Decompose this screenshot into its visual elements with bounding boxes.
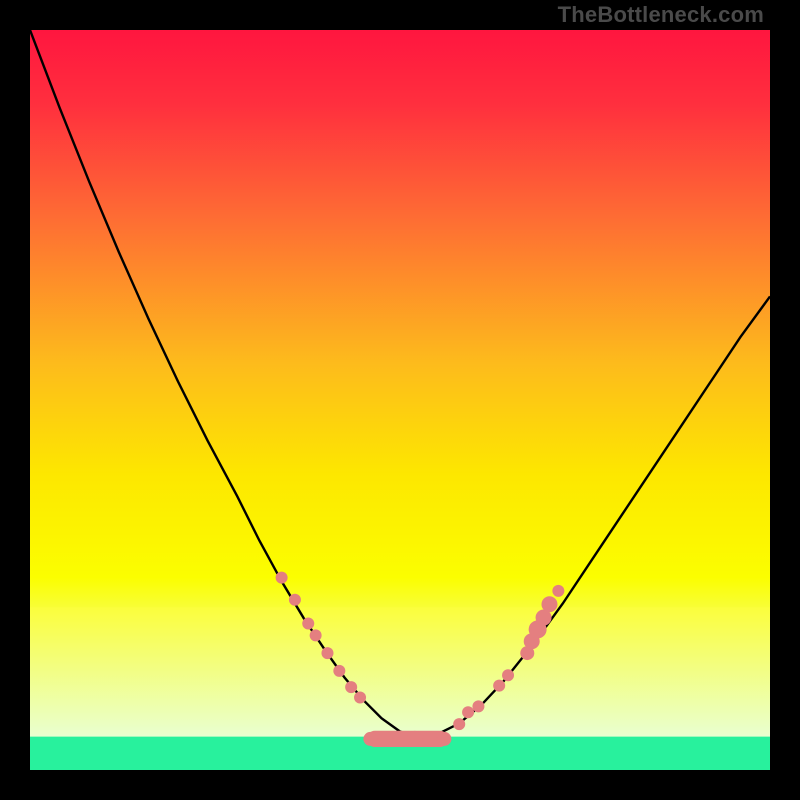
- sample-point: [354, 691, 366, 703]
- sample-point: [276, 572, 288, 584]
- sample-point: [321, 647, 333, 659]
- sample-point: [363, 732, 377, 746]
- bottleneck-chart: [30, 30, 770, 770]
- sample-point: [333, 665, 345, 677]
- sample-point: [378, 732, 392, 746]
- sample-point: [302, 617, 314, 629]
- chart-frame: [30, 30, 770, 770]
- sample-point: [407, 731, 423, 747]
- sample-point: [392, 731, 408, 747]
- sample-point: [345, 681, 357, 693]
- sample-point: [453, 718, 465, 730]
- pale-band: [30, 607, 770, 737]
- sample-point: [310, 629, 322, 641]
- sample-point: [472, 700, 484, 712]
- sample-point: [541, 596, 557, 612]
- sample-point: [552, 585, 564, 597]
- sample-point: [437, 732, 451, 746]
- sample-point: [289, 594, 301, 606]
- sample-point: [423, 732, 437, 746]
- sample-point: [493, 680, 505, 692]
- watermark-text: TheBottleneck.com: [558, 2, 764, 28]
- sample-point: [502, 669, 514, 681]
- sample-point: [462, 706, 474, 718]
